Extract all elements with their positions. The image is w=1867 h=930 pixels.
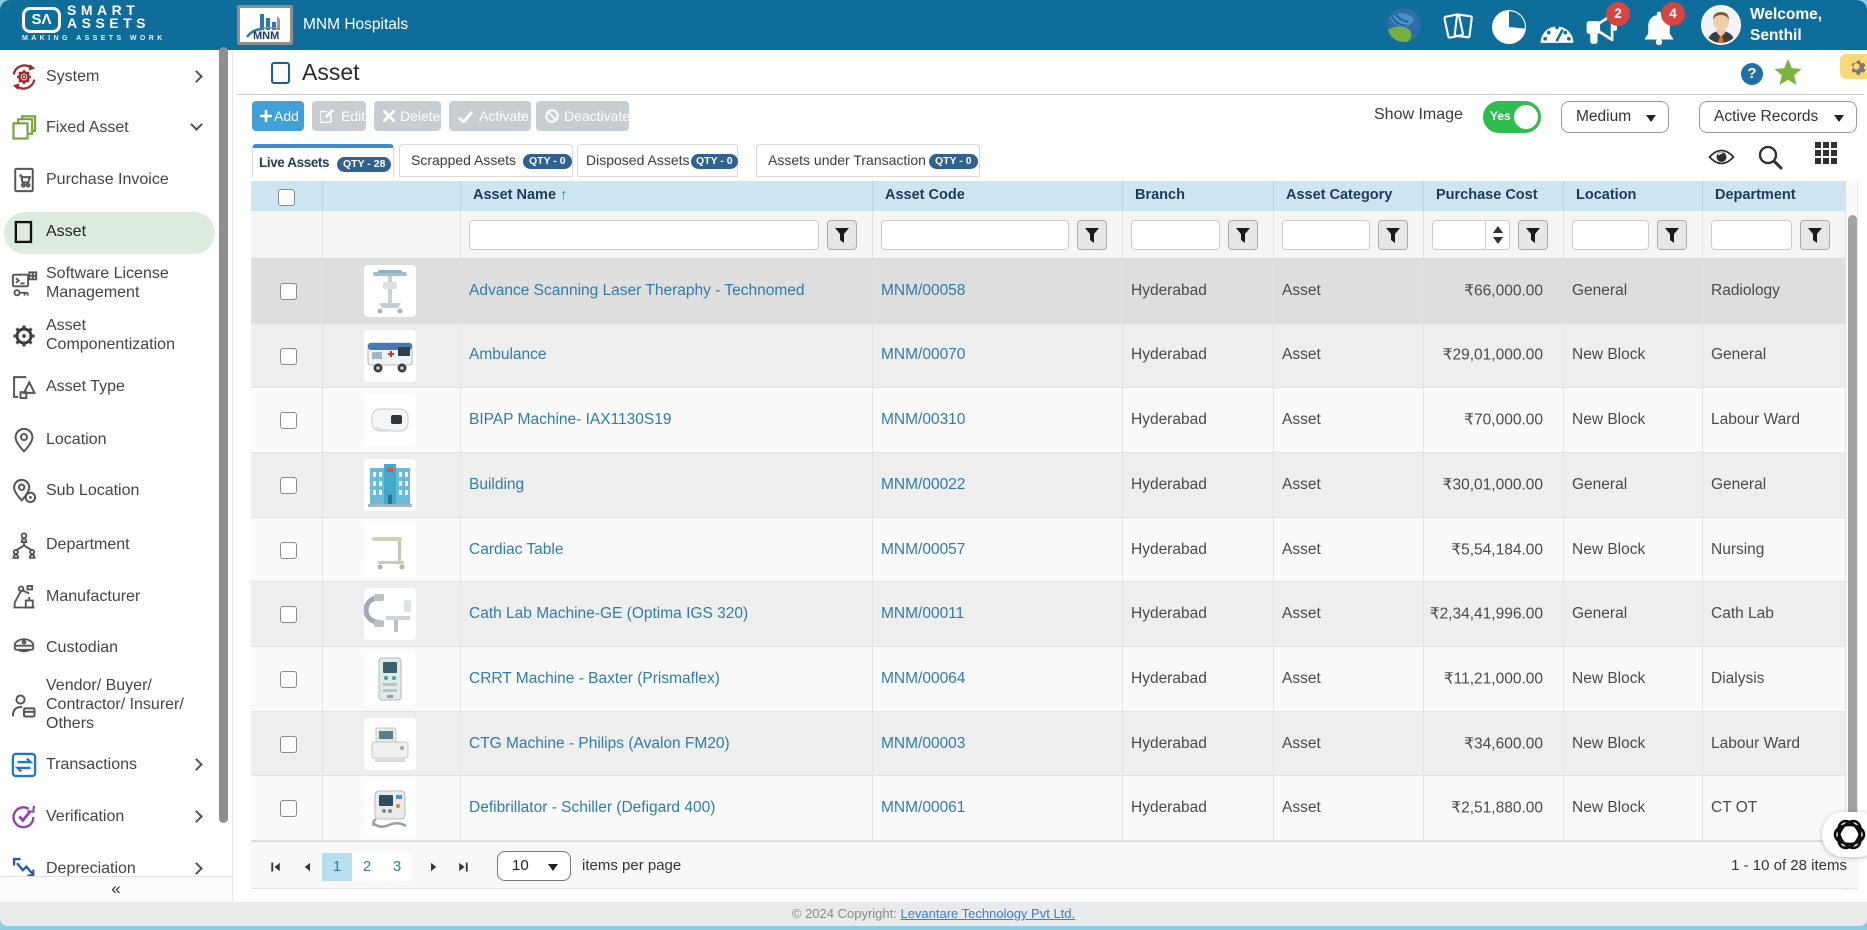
svg-text:MNM: MNM	[253, 30, 279, 42]
